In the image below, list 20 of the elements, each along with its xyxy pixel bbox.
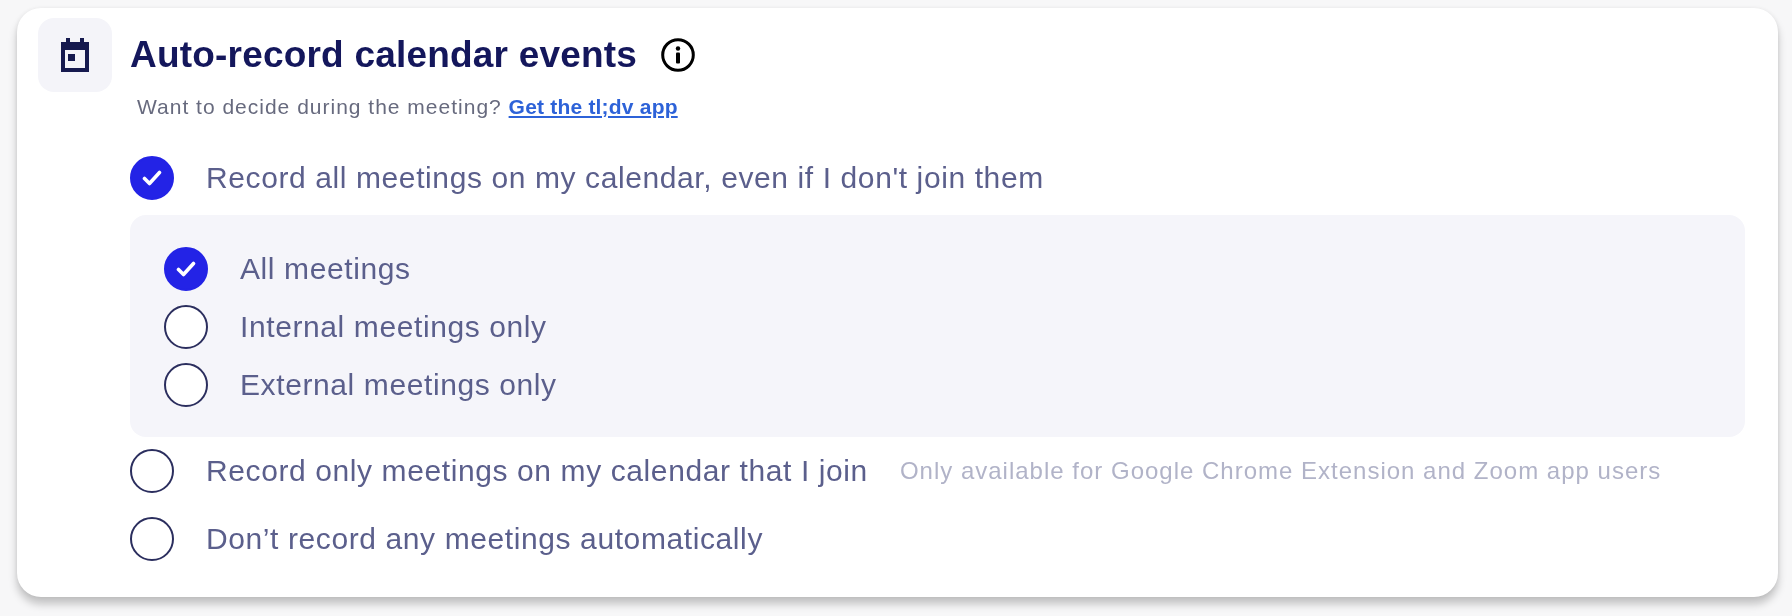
radio-button[interactable] bbox=[164, 305, 208, 349]
radio-button[interactable] bbox=[130, 517, 174, 561]
option-label: Record all meetings on my calendar, even if I don't join them bbox=[206, 161, 1044, 195]
radio-button[interactable] bbox=[130, 156, 174, 200]
option-label: External meetings only bbox=[240, 368, 557, 402]
calendar-icon bbox=[59, 38, 91, 72]
radio-button[interactable] bbox=[164, 247, 208, 291]
option-label: All meetings bbox=[240, 252, 411, 286]
radio-button[interactable] bbox=[130, 449, 174, 493]
availability-note: Only available for Google Chrome Extension and Zoom app users bbox=[899, 457, 1662, 485]
subtitle-text: Want to decide during the meeting? Get the tl;dv app bbox=[137, 94, 678, 120]
option-label: Don’t record any meetings automatically bbox=[206, 522, 763, 556]
app-link[interactable]: Get the tl;dv app bbox=[508, 95, 678, 118]
check-icon bbox=[176, 261, 196, 277]
info-icon[interactable] bbox=[661, 38, 696, 72]
radio-button[interactable] bbox=[164, 363, 208, 407]
option-label: Internal meetings only bbox=[240, 310, 547, 344]
option-label: Record only meetings on my calendar that I join bbox=[206, 454, 868, 488]
section-title: Auto-record calendar events bbox=[130, 34, 638, 76]
check-icon bbox=[142, 170, 162, 186]
